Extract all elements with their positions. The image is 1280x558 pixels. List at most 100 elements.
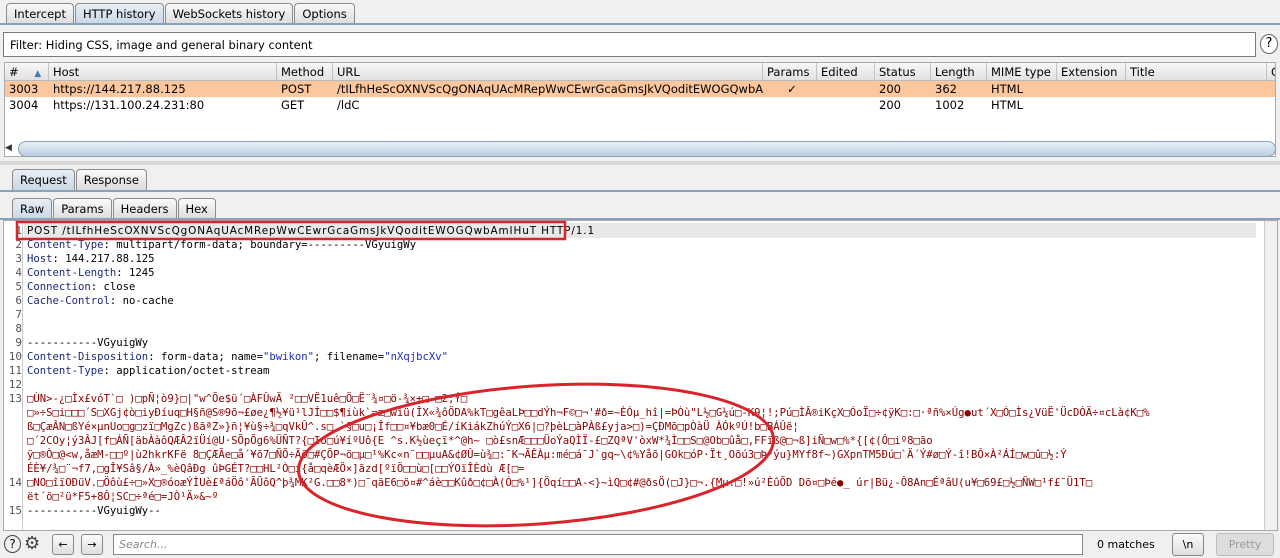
- help-icon[interactable]: ?: [1260, 34, 1278, 54]
- top-tabs: Intercept HTTP history WebSockets histor…: [6, 2, 356, 24]
- row-mime: HTML: [991, 98, 1024, 112]
- header-name: Content-Type: [27, 365, 104, 377]
- col-method[interactable]: Method: [277, 63, 333, 80]
- row-url: /ldC: [337, 98, 360, 112]
- row-length: 1002: [935, 98, 965, 112]
- tab-request[interactable]: Request: [12, 169, 75, 190]
- binary-content: ÉÈ¥/¾□¨¬f7,□gÎ¥Sâ§/À»_%èQâÐg ûÞGÉT?□□HL²…: [27, 463, 525, 475]
- line-number: 4: [15, 266, 22, 279]
- col-params[interactable]: Params: [763, 63, 817, 80]
- row-length: 362: [935, 82, 957, 96]
- message-tabs: Request Response: [12, 168, 148, 190]
- header-line: Content-Length: 1245: [27, 266, 155, 280]
- row-method: GET: [281, 98, 305, 112]
- tab-http-history[interactable]: HTTP history: [74, 3, 164, 24]
- header-line: Connection: close: [27, 280, 135, 294]
- filter-bar[interactable]: Filter: Hiding CSS, image and general bi…: [3, 32, 1256, 57]
- header-value: : multipart/form-data; boundary=--------…: [103, 239, 417, 251]
- line-number: 15: [8, 504, 22, 517]
- divider: [0, 23, 1280, 25]
- col-host[interactable]: Host: [49, 63, 277, 80]
- row-params-check: ✓: [787, 82, 797, 96]
- tab-params[interactable]: Params: [53, 198, 112, 219]
- binary-content: □»÷S□i□□□´S□XGj¢ò□iyÐíuq□H§ñ@S®9õ¬£øe¿¶½…: [27, 407, 1150, 419]
- sort-asc-icon: ▲: [34, 69, 42, 79]
- vertical-scrollbar[interactable]: [1264, 221, 1277, 530]
- col-edited[interactable]: Edited: [817, 63, 875, 80]
- line-number: 11: [8, 364, 22, 377]
- line-number: 8: [15, 322, 22, 335]
- previous-match-button[interactable]: ←: [52, 534, 74, 555]
- row-url: /tILfhHeScOXNVScQgONAqUAcMRepWwCEwrGcaGm…: [337, 82, 763, 96]
- binary-content: □´2COy¦ý3ÂJ[f□ÁÑ[äbÀàôQÆÂ2ïÜí@U·SÕpÕg6%Ü…: [27, 435, 933, 447]
- search-input[interactable]: Search...: [113, 534, 1083, 555]
- col-comment[interactable]: C: [1267, 63, 1275, 80]
- tab-intercept[interactable]: Intercept: [6, 3, 74, 24]
- line-number: 7: [15, 308, 22, 321]
- col-url[interactable]: URL: [333, 63, 763, 80]
- line-number: 6: [15, 294, 22, 307]
- header-value: : 144.217.88.125: [52, 253, 155, 265]
- tab-headers[interactable]: Headers: [112, 198, 177, 219]
- binary-content: □NO□îïOÐüV.□Öôù£÷□»X□®óoæÝÌUè£ªáÖô'ÃÜôQ^…: [27, 477, 1093, 489]
- line-number: 10: [8, 350, 22, 363]
- col-title[interactable]: Title: [1126, 63, 1267, 80]
- divider: [0, 190, 1280, 192]
- line-number: 12: [8, 378, 22, 391]
- header-line: Content-Type: multipart/form-data; bound…: [27, 238, 416, 252]
- boundary-end-line: -----------VGyuigWy--: [27, 505, 161, 517]
- col-extension[interactable]: Extension: [1057, 63, 1126, 80]
- help-icon[interactable]: ?: [4, 535, 21, 553]
- row-status: 200: [879, 98, 901, 112]
- row-host: https://131.100.24.231:80: [53, 98, 205, 112]
- line-number: 3: [15, 252, 22, 265]
- line-number: 14: [8, 476, 22, 489]
- horizontal-scrollbar[interactable]: [18, 141, 1276, 157]
- disposition-line: Content-Disposition: form-data; name="bw…: [27, 350, 448, 364]
- row-host: https://144.217.88.125: [53, 82, 186, 96]
- header-line: Cache-Control: no-cache: [27, 294, 174, 308]
- table-header: # ▲ Host Method URL Params Edited Status…: [5, 63, 1275, 81]
- line-number: 13: [8, 392, 22, 405]
- settings-icon[interactable]: ⚙: [24, 533, 40, 554]
- table-row[interactable]: 3004 https://131.100.24.231:80 GET /ldC …: [5, 97, 1275, 113]
- col-length[interactable]: Length: [931, 63, 987, 80]
- request-line: POST /tILfhHeScOXNVScQgONAqUAcMRepWwCEwr…: [27, 225, 595, 237]
- tab-websockets-history[interactable]: WebSockets history: [164, 3, 294, 24]
- header-name: Content-Disposition: [27, 351, 149, 363]
- table-row[interactable]: 3003 https://144.217.88.125 POST /tILfhH…: [5, 81, 1275, 97]
- header-value: ; filename=: [314, 351, 385, 363]
- col-mime[interactable]: MIME type: [987, 63, 1057, 80]
- tab-hex[interactable]: Hex: [177, 198, 216, 219]
- header-line: Content-Type: application/octet-stream: [27, 364, 269, 378]
- col-status[interactable]: Status: [875, 63, 931, 80]
- pretty-button[interactable]: Pretty: [1216, 533, 1274, 556]
- line-number: 1: [15, 224, 22, 237]
- col-number[interactable]: # ▲: [5, 63, 49, 80]
- header-name: Connection: [27, 281, 91, 293]
- tab-response[interactable]: Response: [75, 169, 147, 190]
- raw-request-editor[interactable]: 1 2 3 4 5 6 7 8 9 10 11 12 13 14 15 POST…: [3, 220, 1278, 531]
- binary-content: ß□ÇæÂN□ßYé×µnUo□g□zï□MgZc)ßãªZ»}ñ¦¥ù§÷¾□…: [27, 421, 799, 433]
- tab-options[interactable]: Options: [294, 3, 355, 24]
- binary-content: □ÙN>-¿□Ìx£vóT`□ )□pÑ¦ò9}□|"w^Õe$ü´□ÀFÛwÃ…: [27, 393, 468, 405]
- newline-toggle-button[interactable]: \n: [1172, 533, 1204, 556]
- boundary-line: -----------VGyuigWy: [27, 337, 149, 349]
- view-tabs: Raw Params Headers Hex: [12, 197, 217, 219]
- row-status: 200: [879, 82, 901, 96]
- row-id: 3003: [9, 82, 39, 96]
- field-name: "bwikon": [263, 351, 315, 363]
- binary-content: ÿ□®Ò□@<w,åæM-□□º|ù2hkrKFë 8□ÇÆÃe□å´¥õ7□Ñ…: [27, 449, 1067, 461]
- next-match-button[interactable]: →: [81, 534, 103, 555]
- splitter[interactable]: [0, 161, 1280, 165]
- line-number: 2: [15, 238, 22, 251]
- scroll-left-icon[interactable]: ◀: [5, 143, 12, 153]
- header-name: Host: [27, 253, 53, 265]
- header-name: Content-Length: [27, 267, 117, 279]
- tab-raw[interactable]: Raw: [12, 198, 53, 219]
- search-bar: ? ⚙ ← → Search... 0 matches \n Pretty: [0, 531, 1280, 558]
- header-name: Cache-Control: [27, 295, 110, 307]
- header-value: : application/octet-stream: [103, 365, 270, 377]
- row-method: POST: [281, 82, 312, 96]
- file-name: "nXqjbcXv": [384, 351, 448, 363]
